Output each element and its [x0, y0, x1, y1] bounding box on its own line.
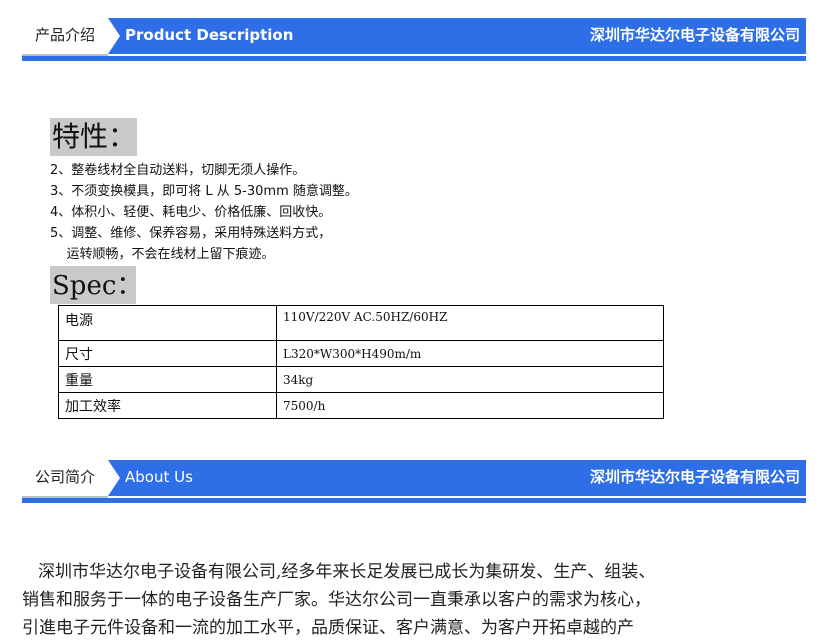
company-name: 深圳市华达尔电子设备有限公司	[589, 468, 800, 486]
feature-item: 3、不须变换模具，即可将 L 从 5-30mm 随意调整。	[50, 184, 358, 199]
section-title-en: About Us	[125, 468, 193, 486]
table-row: 尺寸 L320*W300*H490m/m	[58, 340, 664, 367]
tab-company-intro[interactable]: 公司简介	[22, 460, 108, 501]
feature-item: 运转顺畅，不会在线材上留下痕迹。	[50, 247, 275, 262]
table-row: 加工效率 7500/h	[58, 392, 664, 419]
product-description-header: 产品介绍 Product Description 深圳市华达尔电子设备有限公司	[22, 18, 806, 62]
spec-key: 重量	[58, 366, 277, 393]
feature-item: 4、体积小、轻便、耗电少、价格低廉、回收快。	[50, 205, 332, 220]
header-rule	[22, 498, 806, 503]
spec-table: 电源 110V/220V AC.50HZ/60HZ 尺寸 L320*W300*H…	[58, 305, 664, 419]
table-row: 电源 110V/220V AC.50HZ/60HZ	[58, 305, 664, 341]
section-title-en: Product Description	[125, 26, 294, 44]
about-line: 引進电子元件设备和一流的加工水平，品质保证、客户满意、为客户开拓卓越的产	[22, 618, 634, 638]
company-name: 深圳市华达尔电子设备有限公司	[589, 26, 800, 44]
about-line: 销售和服务于一体的电子设备生产厂家。华达尔公司一直秉承以客户的需求为核心，	[22, 590, 651, 610]
spec-value: 34kg	[276, 366, 664, 393]
arrow-icon	[108, 460, 120, 496]
spec-value: L320*W300*H490m/m	[276, 340, 664, 367]
features-title: 特性：	[50, 118, 137, 156]
spec-key: 加工效率	[58, 392, 277, 419]
about-line: 深圳市华达尔电子设备有限公司,经多年来长足发展已成长为集研发、生产、组装、	[38, 562, 656, 582]
feature-item: 2、整卷线材全自动送料，切脚无须人操作。	[50, 163, 306, 178]
table-row: 重量 34kg	[58, 366, 664, 393]
features-list: 2、整卷线材全自动送料，切脚无须人操作。 3、不须变换模具，即可将 L 从 5-…	[50, 160, 358, 265]
about-us-header: 公司简介 About Us 深圳市华达尔电子设备有限公司	[22, 460, 806, 504]
feature-item: 5、调整、维修、保养容易，采用特殊送料方式，	[50, 226, 332, 241]
spec-value: 7500/h	[276, 392, 664, 419]
spec-key: 尺寸	[58, 340, 277, 367]
arrow-icon	[108, 18, 120, 54]
spec-title: Spec：	[50, 266, 142, 304]
tab-product-intro[interactable]: 产品介绍	[22, 18, 108, 59]
spec-value: 110V/220V AC.50HZ/60HZ	[276, 305, 664, 341]
spec-key: 电源	[58, 305, 277, 341]
header-rule	[22, 56, 806, 61]
about-paragraph: 深圳市华达尔电子设备有限公司,经多年来长足发展已成长为集研发、生产、组装、 销售…	[22, 558, 812, 642]
